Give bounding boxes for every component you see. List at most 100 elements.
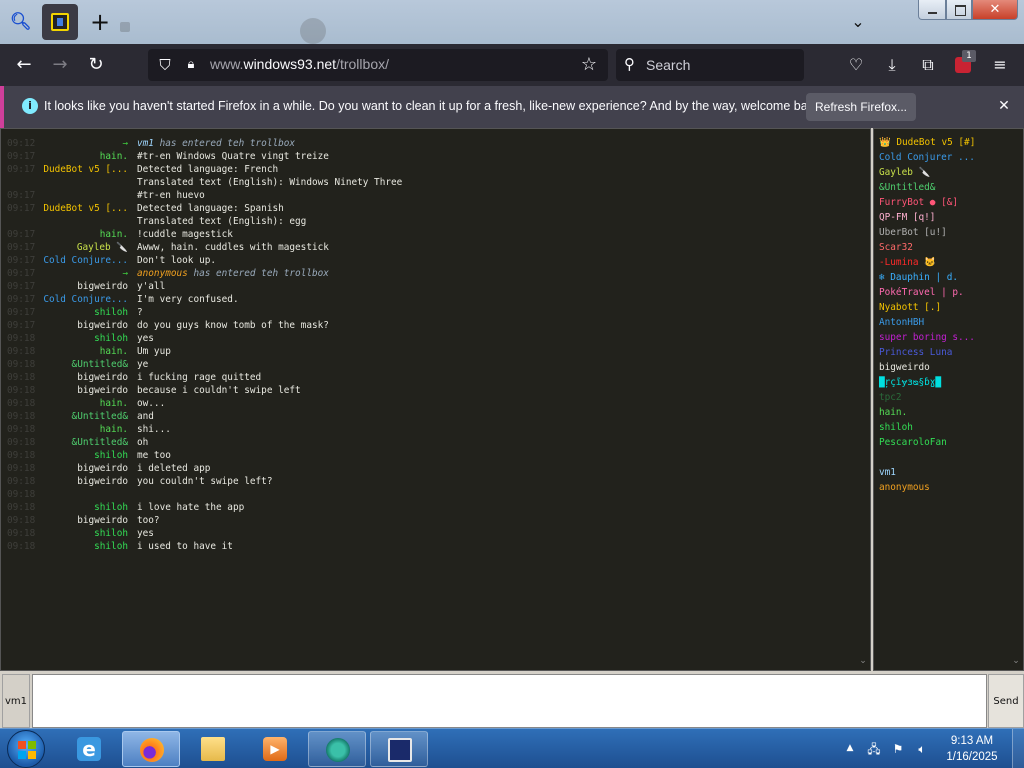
message-nick[interactable]: bigweirdo [77, 514, 128, 527]
message-nick[interactable]: Cold Conjure... [43, 254, 128, 267]
close-window-button[interactable]: ✕ [972, 0, 1018, 20]
user-list-item[interactable]: shiloh [879, 421, 1011, 435]
chat-log[interactable]: ⌄ 09:12 → vm1 has entered teh trollbox 09:1… [0, 128, 871, 671]
message-nick[interactable]: shiloh [94, 501, 128, 514]
taskbar-file-explorer[interactable] [184, 731, 242, 767]
message-time: 09:18 [7, 411, 36, 422]
download-icon[interactable]: ⤓ [880, 53, 904, 77]
show-desktop-button[interactable] [1012, 729, 1024, 768]
message-nick[interactable]: bigweirdo [77, 280, 128, 293]
hamburger-menu-icon[interactable]: ≡ [988, 53, 1012, 77]
message-nick[interactable]: bigweirdo [77, 475, 128, 488]
pocket-icon[interactable]: ♡ [844, 53, 868, 77]
message-nick[interactable]: shiloh [94, 306, 128, 319]
chevron-down-icon[interactable]: ⌄ [1011, 656, 1021, 666]
user-list-item[interactable]: Princess Luna [879, 346, 1011, 360]
nickname-button[interactable]: vm1 [2, 674, 30, 728]
user-list-item[interactable]: bigweirdo [879, 361, 1011, 375]
reload-icon[interactable]: ↻ [84, 53, 108, 77]
user-list-item[interactable]: -Lumina 🐱 [879, 256, 1011, 270]
start-button[interactable] [7, 730, 45, 768]
taskbar-internet-explorer[interactable]: e [60, 731, 118, 767]
volume-icon[interactable]: 🔈︎ [914, 741, 930, 757]
user-list-item[interactable]: hain. [879, 406, 1011, 420]
taskbar-firefox[interactable] [122, 731, 180, 767]
message-nick[interactable]: hain. [100, 397, 128, 410]
user-list-item[interactable]: █ŗçĩɏɜᴓ§ɓɣ█ [879, 376, 1011, 390]
message-nick[interactable]: shiloh [94, 332, 128, 345]
message-nick[interactable]: bigweirdo [77, 384, 128, 397]
message-nick[interactable]: bigweirdo [77, 371, 128, 384]
message-time: 09:18 [7, 541, 36, 552]
user-list-item[interactable]: vm1 [879, 466, 1011, 480]
user-list-item[interactable]: anonymous [879, 481, 1011, 495]
message-time: 09:17 [7, 255, 36, 266]
back-arrow-icon[interactable]: ← [12, 53, 36, 77]
shield-icon[interactable]: ⛉ [156, 56, 174, 74]
message-nick[interactable]: shiloh [94, 449, 128, 462]
chevron-down-icon[interactable]: ⌄ [858, 656, 868, 666]
user-list-item[interactable]: Cold Conjurer ... [879, 151, 1011, 165]
search-input[interactable]: ⚲ Search [616, 49, 804, 81]
lvn-icon [326, 738, 350, 762]
maximize-button[interactable] [946, 0, 972, 20]
message-time: 09:17 [7, 320, 36, 331]
user-list-item[interactable]: QP-FM [q!] [879, 211, 1011, 225]
message-nick[interactable]: &Untitled& [72, 358, 128, 371]
message-input[interactable] [32, 674, 987, 728]
chat-message: 09:12 → vm1 has entered teh trollbox [1, 137, 856, 150]
taskbar-app-lvn[interactable] [308, 731, 366, 767]
user-list-item[interactable]: super boring s... [879, 331, 1011, 345]
user-list-item[interactable]: Gayleb 🔪 [879, 166, 1011, 180]
user-list-item[interactable]: Scar32 [879, 241, 1011, 255]
message-nick[interactable]: shiloh [94, 527, 128, 540]
extensions-icon[interactable]: ⧉ [916, 53, 940, 77]
close-icon[interactable]: ✕ [994, 96, 1014, 116]
message-nick[interactable]: Cold Conjure... [43, 293, 128, 306]
taskbar-media-player[interactable]: ▶ [246, 731, 304, 767]
user-list-item[interactable]: Nyabott [.] [879, 301, 1011, 315]
user-list[interactable]: ⌄ 👑 DudeBot v5 [#] Cold Conjurer ... Gayle… [873, 128, 1024, 671]
action-center-flag-icon[interactable]: ⚑ [890, 741, 906, 757]
search-icon[interactable]: 🔍︎ [10, 12, 32, 32]
user-list-item[interactable]: 👑 DudeBot v5 [#] [879, 136, 1011, 150]
user-list-item[interactable]: FurryBot ● [&] [879, 196, 1011, 210]
user-list-item[interactable]: ❄ Dauphin | d. [879, 271, 1011, 285]
message-nick[interactable]: Gayleb 🔪 [77, 241, 128, 254]
message-nick[interactable]: hain. [100, 423, 128, 436]
message-nick[interactable]: hain. [100, 228, 128, 241]
message-nick[interactable]: → [122, 137, 128, 150]
star-icon[interactable]: ☆ [578, 54, 600, 76]
user-list-item[interactable]: tpc2 [879, 391, 1011, 405]
message-nick[interactable]: bigweirdo [77, 319, 128, 332]
user-list-item[interactable] [879, 451, 1011, 465]
message-nick[interactable]: shiloh [94, 540, 128, 553]
network-icon[interactable]: 🖧 [866, 741, 882, 757]
message-nick[interactable]: bigweirdo [77, 462, 128, 475]
taskbar-windows93[interactable] [370, 731, 428, 767]
new-tab-button[interactable]: + [88, 8, 112, 36]
user-list-item[interactable]: PescaroloFan [879, 436, 1011, 450]
url-bar[interactable]: ⛉ 🔒︎ www.windows93.net/trollbox/ ☆ [148, 49, 608, 81]
message-nick[interactable]: DudeBot v5 [... [43, 163, 128, 176]
user-list-item[interactable]: UberBot [u!] [879, 226, 1011, 240]
browser-tab-trollbox[interactable] [42, 4, 78, 40]
message-nick[interactable]: DudeBot v5 [... [43, 202, 128, 215]
user-list-item[interactable]: PokéTravel | p. [879, 286, 1011, 300]
system-clock[interactable]: 9:13 AM 1/16/2025 [940, 733, 1004, 767]
message-nick[interactable]: → [122, 267, 128, 280]
message-nick[interactable]: &Untitled& [72, 436, 128, 449]
url-text[interactable]: www.windows93.net/trollbox/ [210, 56, 389, 72]
user-list-item[interactable]: &Untitled& [879, 181, 1011, 195]
message-nick[interactable]: &Untitled& [72, 410, 128, 423]
minimize-button[interactable] [918, 0, 946, 20]
lock-icon[interactable]: 🔒︎ [182, 56, 200, 74]
send-button[interactable]: Send [988, 674, 1024, 728]
message-nick[interactable]: hain. [100, 345, 128, 358]
user-list-item[interactable]: AntonHBH [879, 316, 1011, 330]
chevron-up-icon[interactable]: ▲ [844, 741, 856, 755]
forward-arrow-icon[interactable]: → [48, 53, 72, 77]
refresh-firefox-button[interactable]: Refresh Firefox... [806, 93, 916, 121]
chevron-down-icon[interactable]: ⌄ [846, 10, 870, 34]
message-nick[interactable]: hain. [100, 150, 128, 163]
